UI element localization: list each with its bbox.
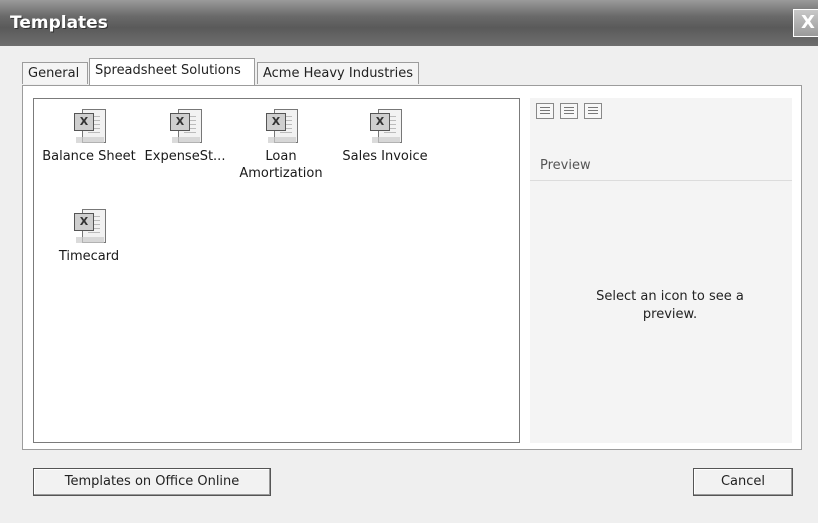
template-label[interactable]: Timecard — [34, 248, 144, 265]
tab-spreadsheet-solutions[interactable]: Spreadsheet Solutions — [89, 58, 255, 85]
templates-on-office-online-button[interactable]: Templates on Office Online — [33, 468, 271, 496]
cancel-button[interactable]: Cancel — [693, 468, 793, 496]
close-icon[interactable]: X — [801, 12, 815, 33]
excel-template-icon[interactable]: X — [266, 107, 298, 145]
tab-acme-heavy-industries[interactable]: Acme Heavy Industries — [257, 62, 419, 84]
list-view-icon[interactable] — [560, 103, 578, 119]
template-item-expense-statement[interactable]: X ExpenseSt... — [130, 107, 240, 165]
details-view-icon[interactable] — [584, 103, 602, 119]
title-bar: Templates X — [0, 0, 818, 46]
template-item-balance-sheet[interactable]: X Balance Sheet — [34, 107, 144, 165]
template-item-sales-invoice[interactable]: X Sales Invoice — [330, 107, 440, 165]
excel-template-icon[interactable]: X — [370, 107, 402, 145]
excel-template-icon[interactable]: X — [74, 207, 106, 245]
preview-pane: Preview Select an icon to see a preview. — [530, 98, 792, 443]
tab-general[interactable]: General — [22, 62, 88, 84]
templates-dialog: Templates X General Spreadsheet Solution… — [0, 0, 818, 523]
excel-template-icon[interactable]: X — [74, 107, 106, 145]
dialog-title: Templates — [10, 13, 108, 33]
tab-panel: X Balance Sheet X ExpenseSt... X Loan Am… — [22, 85, 802, 450]
template-list[interactable]: X Balance Sheet X ExpenseSt... X Loan Am… — [33, 98, 520, 443]
preview-divider — [530, 180, 792, 181]
template-item-timecard[interactable]: X Timecard — [34, 207, 144, 265]
large-icons-view-icon[interactable] — [536, 103, 554, 119]
close-button[interactable]: X — [793, 9, 818, 37]
template-label[interactable]: Loan Amortization — [231, 148, 331, 182]
template-label[interactable]: Sales Invoice — [330, 148, 440, 165]
template-label[interactable]: Balance Sheet — [34, 148, 144, 165]
preview-message: Select an icon to see a preview. — [596, 289, 744, 322]
excel-template-icon[interactable]: X — [170, 107, 202, 145]
template-item-loan-amortization[interactable]: X Loan Amortization — [231, 107, 331, 182]
template-label[interactable]: ExpenseSt... — [130, 148, 240, 165]
preview-label: Preview — [540, 158, 591, 173]
